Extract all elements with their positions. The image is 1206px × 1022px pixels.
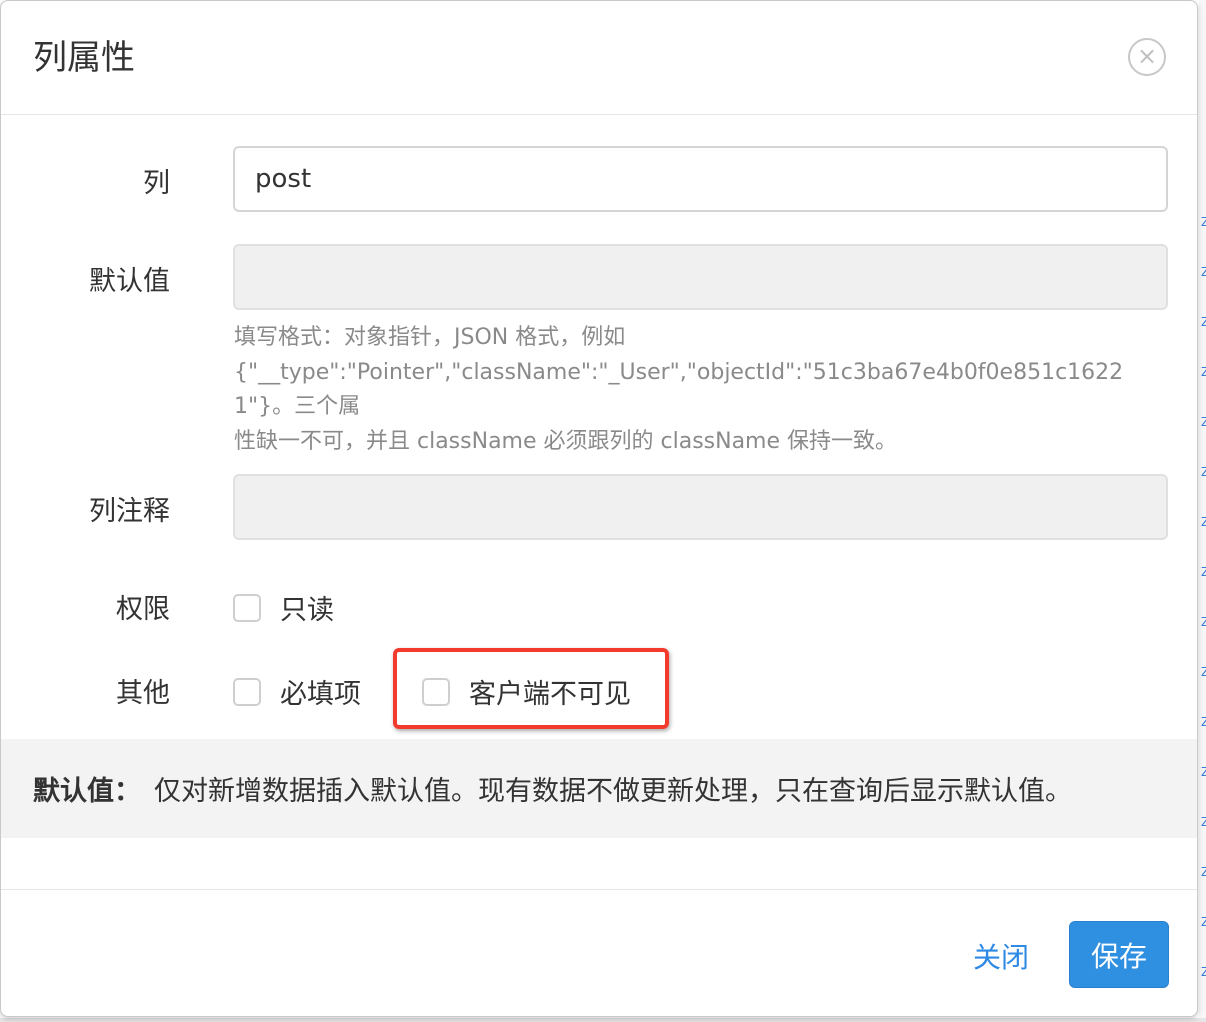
readonly-label: 只读: [280, 595, 334, 626]
column-label: 列: [143, 168, 170, 199]
required-option[interactable]: 必填项: [233, 672, 361, 711]
default-value-help: 填写格式：对象指针，JSON 格式，例如 {"__type":"Pointer"…: [234, 321, 1174, 459]
dialog-title: 列属性: [33, 38, 135, 78]
column-properties-dialog: 列属性 × 列 默认值 填写格式：对象指针，JSON 格式，例如 {"__typ…: [0, 0, 1198, 1017]
required-label: 必填项: [280, 679, 361, 710]
default-value-input[interactable]: [233, 244, 1168, 310]
dialog-header: 列属性 ×: [1, 1, 1197, 115]
background-page-bottom: [0, 1018, 1206, 1022]
note-label: 默认值：: [33, 776, 141, 807]
other-label: 其他: [116, 678, 170, 709]
help-line: {"__type":"Pointer","className":"_User",…: [234, 359, 1124, 420]
comment-label: 列注释: [89, 496, 170, 527]
save-button[interactable]: 保存: [1069, 921, 1169, 988]
default-value-note: 默认值： 仅对新增数据插入默认值。现有数据不做更新处理，只在查询后显示默认值。: [1, 739, 1197, 838]
client-invisible-checkbox[interactable]: [422, 677, 450, 706]
note-text: 仅对新增数据插入默认值。现有数据不做更新处理，只在查询后显示默认值。: [154, 776, 1072, 807]
default-value-label: 默认值: [89, 266, 170, 297]
comment-input[interactable]: [233, 474, 1168, 540]
background-page-edge: Z Z Z Z Z Z Z Z Z Z Z Z Z Z Z Z: [1199, 0, 1206, 1022]
readonly-checkbox[interactable]: [233, 593, 261, 622]
close-icon[interactable]: ×: [1128, 38, 1166, 76]
required-checkbox[interactable]: [233, 677, 261, 706]
client-invisible-option[interactable]: 客户端不可见: [422, 672, 631, 711]
help-line: 填写格式：对象指针，JSON 格式，例如: [234, 325, 626, 350]
permission-label: 权限: [116, 594, 170, 625]
readonly-option[interactable]: 只读: [233, 588, 334, 627]
dialog-footer: 关闭 保存: [1, 889, 1197, 1016]
client-invisible-label: 客户端不可见: [469, 679, 631, 710]
close-button[interactable]: 关闭: [973, 936, 1029, 976]
column-name-input[interactable]: [233, 146, 1168, 212]
help-line: 性缺一不可，并且 className 必须跟列的 className 保持一致。: [234, 428, 898, 454]
